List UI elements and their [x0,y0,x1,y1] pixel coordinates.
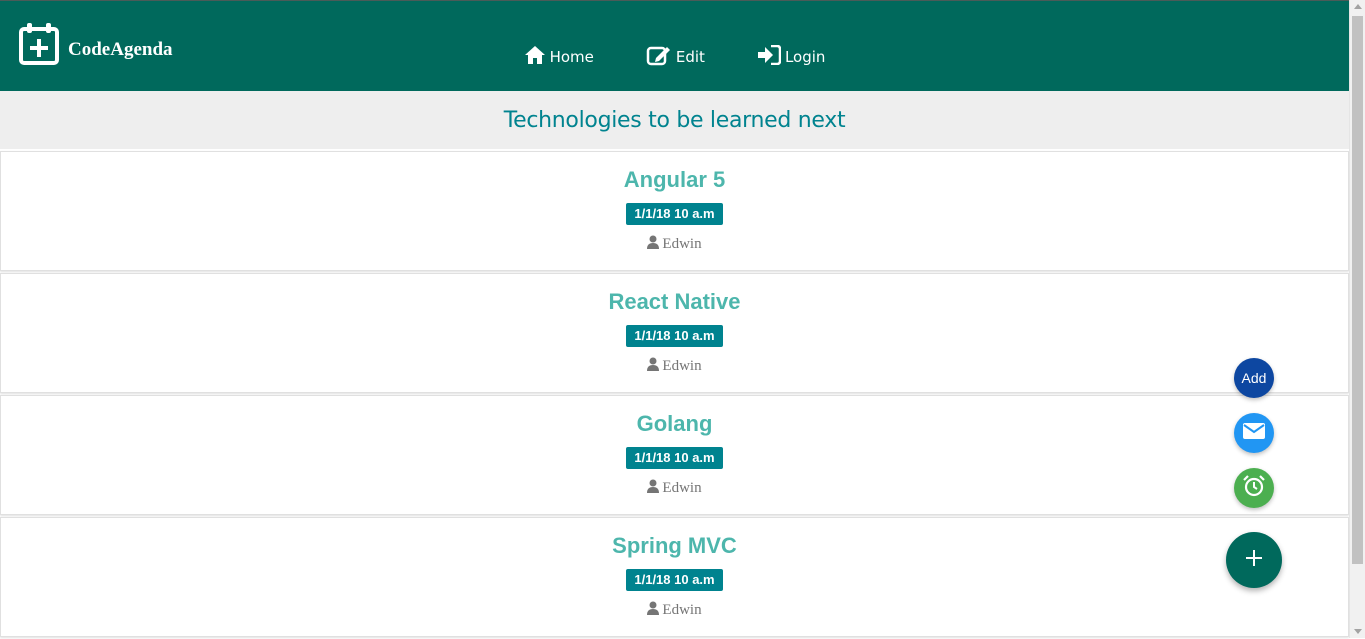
edit-icon [646,44,676,70]
add-fab-label: Add [1241,370,1267,386]
event-date-badge: 1/1/18 10 a.m [626,569,723,591]
mail-icon [1243,422,1265,444]
section-header: Technologies to be learned next [0,91,1349,149]
event-author-name: Edwin [662,602,702,618]
section-title: Technologies to be learned next [503,107,846,133]
nav-login-label: Login [784,48,826,66]
scroll-down-arrow-icon[interactable] [1354,629,1362,634]
event-author: Edwin [1,235,1348,254]
event-card[interactable]: Spring MVC 1/1/18 10 a.m Edwin [0,517,1349,637]
event-date-badge: 1/1/18 10 a.m [626,325,723,347]
nav-edit-label: Edit [675,48,705,66]
alarm-fab-button[interactable] [1234,468,1274,508]
user-icon [647,357,662,376]
nav-home[interactable]: Home [524,44,594,70]
user-icon [647,479,662,498]
event-author: Edwin [1,479,1348,498]
event-title[interactable]: React Native [1,274,1348,315]
event-list: Angular 5 1/1/18 10 a.m Edwin React Nati… [0,151,1349,639]
vertical-scrollbar[interactable] [1349,0,1365,638]
event-title[interactable]: Golang [1,396,1348,437]
event-title[interactable]: Angular 5 [1,152,1348,193]
alarm-icon [1242,474,1266,503]
top-navbar: CodeAgenda Home Edit Login [0,0,1349,91]
scrollbar-thumb[interactable] [1352,16,1363,564]
event-author-name: Edwin [662,236,702,252]
add-fab-button[interactable]: Add [1234,358,1274,398]
event-card[interactable]: Angular 5 1/1/18 10 a.m Edwin [0,151,1349,271]
event-date-badge: 1/1/18 10 a.m [626,447,723,469]
event-author-name: Edwin [662,358,702,374]
event-title[interactable]: Spring MVC [1,518,1348,559]
event-author-name: Edwin [662,480,702,496]
user-icon [647,601,662,620]
main-fab-button[interactable] [1226,532,1282,588]
scroll-up-arrow-icon[interactable] [1354,4,1362,9]
plus-icon [1245,549,1263,572]
event-date-badge: 1/1/18 10 a.m [626,203,723,225]
nav-edit[interactable]: Edit [646,44,705,70]
event-card[interactable]: Golang 1/1/18 10 a.m Edwin [0,395,1349,515]
user-icon [647,235,662,254]
main-nav: Home Edit Login [0,44,1349,70]
nav-home-label: Home [549,48,594,66]
event-card[interactable]: React Native 1/1/18 10 a.m Edwin [0,273,1349,393]
event-author: Edwin [1,357,1348,376]
home-icon [524,45,550,69]
sign-in-icon [757,44,785,69]
mail-fab-button[interactable] [1234,413,1274,453]
event-author: Edwin [1,601,1348,620]
nav-login[interactable]: Login [757,44,825,70]
